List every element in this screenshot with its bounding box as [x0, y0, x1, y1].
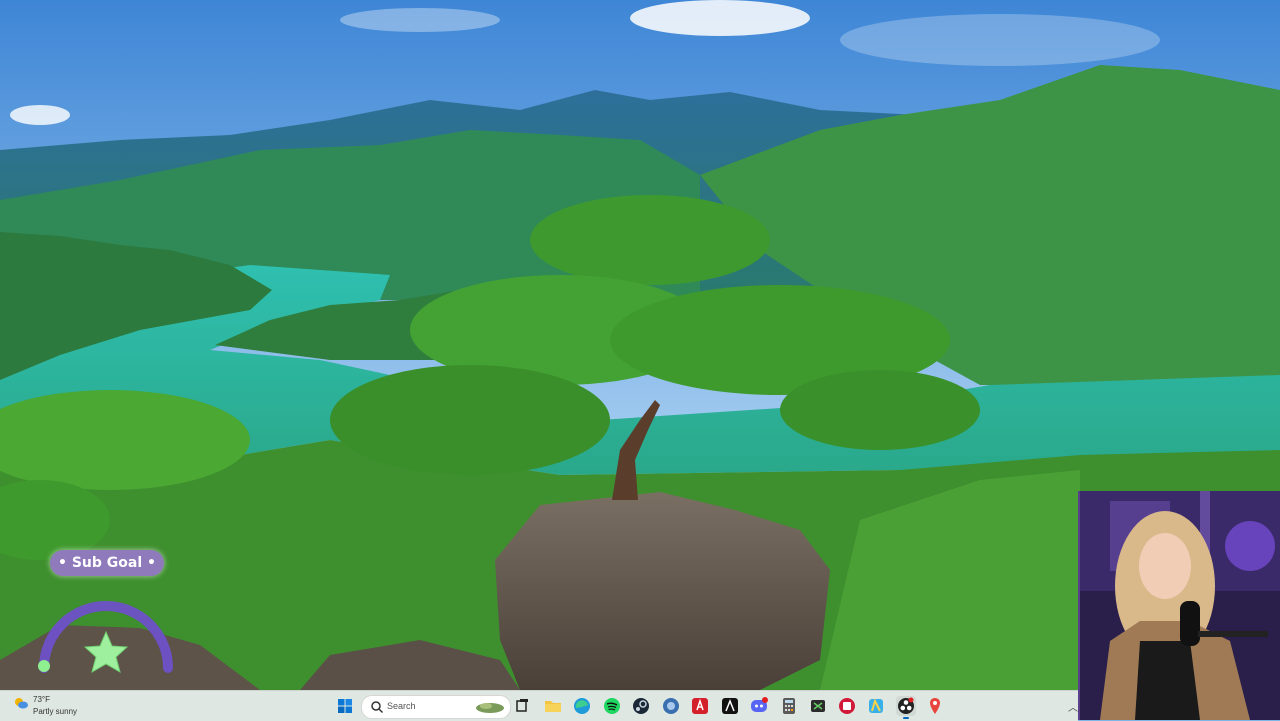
spotify-button[interactable]: [602, 696, 622, 716]
search-highlight-icon: [474, 699, 506, 715]
star-icon: [83, 630, 129, 674]
discord-icon: [751, 697, 768, 712]
app-button[interactable]: [720, 696, 740, 716]
edge-button[interactable]: [572, 696, 592, 716]
sub-goal-widget: • Sub Goal •: [30, 548, 190, 690]
active-indicator: [903, 717, 909, 719]
sub-goal-progress-arc: [38, 601, 173, 674]
weather-temperature: 73°F: [33, 695, 50, 704]
app-button[interactable]: [837, 696, 857, 716]
map-pin-icon: [930, 698, 940, 714]
discord-button[interactable]: [749, 696, 769, 716]
search-icon: [370, 700, 384, 714]
spotify-icon: [604, 698, 620, 714]
start-button[interactable]: [335, 696, 355, 716]
task-view-button[interactable]: [512, 696, 532, 716]
weather-condition: Partly sunny: [33, 707, 78, 716]
xbox-icon: [811, 700, 825, 712]
search-placeholder: Search: [387, 701, 416, 711]
xbox-button[interactable]: [808, 696, 828, 716]
taskbar: 73°F Partly sunny Search ︿: [0, 690, 1078, 721]
file-explorer-button[interactable]: [543, 696, 563, 716]
folder-icon: [545, 701, 561, 712]
sub-goal-label: • Sub Goal •: [50, 550, 164, 576]
calculator-icon: [783, 698, 795, 714]
steam-icon: [633, 698, 649, 714]
app-icon: [722, 698, 738, 714]
obs-button[interactable]: [896, 696, 916, 716]
search-box[interactable]: Search: [361, 695, 511, 719]
maps-button[interactable]: [925, 696, 945, 716]
app-icon: [663, 698, 679, 714]
weather-widget[interactable]: 73°F Partly sunny: [12, 693, 102, 719]
windows-icon: [338, 699, 352, 713]
streamer-video: [1080, 491, 1280, 720]
weather-icon: [14, 696, 28, 709]
adobe-button[interactable]: [690, 696, 710, 716]
app-button[interactable]: [866, 696, 886, 716]
app-button[interactable]: [661, 696, 681, 716]
webcam-overlay: [1078, 491, 1280, 720]
obs-icon: [898, 697, 914, 714]
edge-icon: [574, 698, 590, 714]
app-icon: [869, 698, 883, 713]
calculator-button[interactable]: [779, 696, 799, 716]
steam-button[interactable]: [631, 696, 651, 716]
app-icon: [839, 698, 855, 714]
adobe-icon: [692, 698, 708, 714]
chevron-up-icon[interactable]: ︿: [1068, 699, 1078, 714]
task-view-icon: [516, 699, 528, 712]
